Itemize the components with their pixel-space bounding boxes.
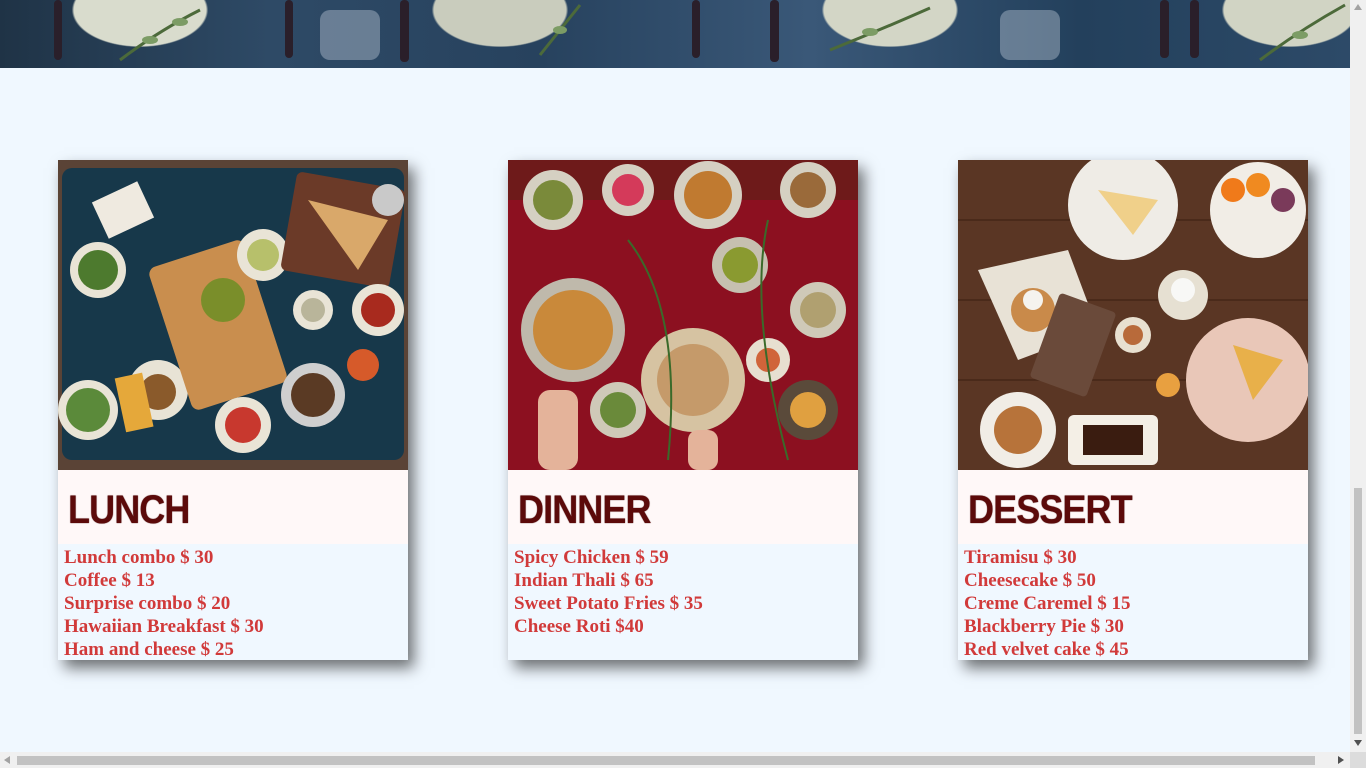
card-title: DINNER (518, 488, 652, 532)
scrollbar-corner (1350, 752, 1366, 768)
menu-list: Lunch combo $ 30 Coffee $ 13 Surprise co… (58, 544, 408, 661)
menu-item: Coffee $ 13 (64, 570, 155, 591)
table-setting-banner-icon (54, 0, 1346, 62)
menu-item: Ham and cheese $ 25 (64, 639, 234, 660)
dinner-food-image (508, 160, 858, 470)
hero-banner (0, 0, 1350, 68)
horizontal-scrollbar-thumb[interactable] (17, 756, 1315, 765)
scroll-down-icon[interactable] (1354, 740, 1362, 746)
menu-item: Spicy Chicken $ 59 (514, 547, 669, 568)
menu-item: Cheese Roti $40 (514, 616, 644, 637)
menu-item: Creme Caremel $ 15 (964, 593, 1131, 614)
menu-list: Spicy Chicken $ 59 Indian Thali $ 65 Swe… (508, 544, 858, 638)
lunch-food-image (58, 160, 408, 470)
vertical-scrollbar[interactable] (1350, 0, 1366, 752)
menu-item: Red velvet cake $ 45 (964, 639, 1129, 660)
menu-item: Surprise combo $ 20 (64, 593, 231, 614)
scroll-right-icon[interactable] (1338, 756, 1344, 764)
scroll-left-icon[interactable] (4, 756, 10, 764)
menu-card-dinner: DINNER Spicy Chicken $ 59 Indian Thali $… (508, 160, 858, 660)
vertical-scrollbar-thumb[interactable] (1354, 488, 1362, 734)
menu-item: Lunch combo $ 30 (64, 547, 214, 568)
card-header: LUNCH (58, 470, 408, 544)
scroll-up-icon[interactable] (1354, 4, 1362, 10)
card-title: DESSERT (968, 488, 1133, 532)
menu-item: Blackberry Pie $ 30 (964, 616, 1124, 637)
card-header: DESSERT (958, 470, 1308, 544)
dessert-food-image (958, 160, 1308, 470)
menu-item: Indian Thali $ 65 (514, 570, 654, 591)
horizontal-scrollbar[interactable] (0, 752, 1350, 768)
menu-item: Hawaiian Breakfast $ 30 (64, 616, 264, 637)
menu-list: Tiramisu $ 30 Cheesecake $ 50 Creme Care… (958, 544, 1308, 661)
menu-card-dessert: DESSERT Tiramisu $ 30 Cheesecake $ 50 Cr… (958, 160, 1308, 660)
menu-item: Sweet Potato Fries $ 35 (514, 593, 703, 614)
card-header: DINNER (508, 470, 858, 544)
menu-item: Tiramisu $ 30 (964, 547, 1077, 568)
menu-item: Cheesecake $ 50 (964, 570, 1096, 591)
card-title: LUNCH (68, 488, 190, 532)
menu-card-lunch: LUNCH Lunch combo $ 30 Coffee $ 13 Surpr… (58, 160, 408, 660)
